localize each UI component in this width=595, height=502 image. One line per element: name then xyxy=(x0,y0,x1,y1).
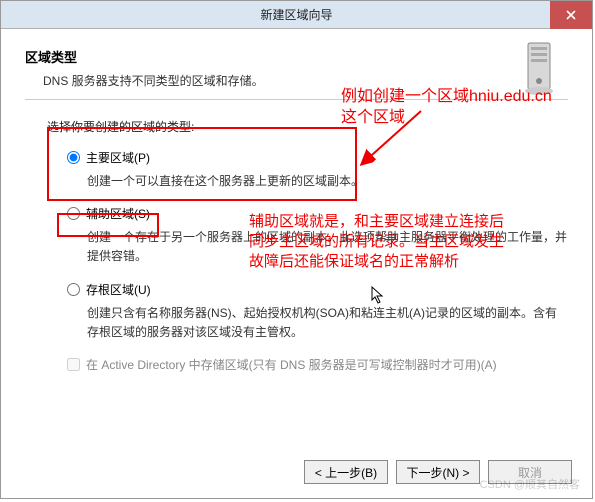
content-area: 区域类型 DNS 服务器支持不同类型的区域和存储。 选择你要创建的区域的类型: … xyxy=(1,29,592,385)
ad-storage-label: 在 Active Directory 中存储区域(只有 DNS 服务器是可写域控… xyxy=(86,356,497,373)
annotation-text-2c: 故障后还能保证域名的正常解析 xyxy=(249,251,459,272)
radio-secondary-label: 辅助区域(S) xyxy=(86,205,150,222)
radio-stub[interactable] xyxy=(67,283,80,296)
annotation-text-1b: 这个区域 xyxy=(341,107,405,129)
radio-primary[interactable] xyxy=(67,151,80,164)
prompt-text: 选择你要创建的区域的类型: xyxy=(47,118,568,135)
wizard-window: 新建区域向导 区域类型 DNS 服务器支持不同类型的区域和存储。 选择你要创建的… xyxy=(0,0,593,499)
watermark: CSDN @顺其自然客 xyxy=(480,476,580,492)
close-button[interactable] xyxy=(550,1,592,29)
radio-stub-row[interactable]: 存根区域(U) xyxy=(67,281,568,298)
ad-storage-row: 在 Active Directory 中存储区域(只有 DNS 服务器是可写域控… xyxy=(67,356,568,373)
radio-stub-label: 存根区域(U) xyxy=(86,281,151,298)
radio-primary-label: 主要区域(P) xyxy=(86,149,150,166)
section-heading: 区域类型 xyxy=(25,47,568,66)
radio-primary-row[interactable]: 主要区域(P) xyxy=(67,149,568,166)
close-icon xyxy=(566,10,576,20)
titlebar: 新建区域向导 xyxy=(1,1,592,29)
ad-storage-checkbox xyxy=(67,358,80,371)
radio-stub-desc: 创建只含有名称服务器(NS)、起始授权机构(SOA)和粘连主机(A)记录的区域的… xyxy=(87,304,567,342)
radio-primary-desc: 创建一个可以直接在这个服务器上更新的区域副本。 xyxy=(87,172,567,191)
window-title: 新建区域向导 xyxy=(260,6,332,23)
annotation-text-2a: 辅助区域就是，和主要区域建立连接后 xyxy=(249,211,504,232)
annotation-text-1a: 例如创建一个区域hniu.edu.cn xyxy=(341,86,552,108)
radio-secondary[interactable] xyxy=(67,207,80,220)
next-button[interactable]: 下一步(N) > xyxy=(396,460,480,484)
back-button[interactable]: < 上一步(B) xyxy=(304,460,388,484)
annotation-text-2b: 同步主区域的所有记录。当主区域发生 xyxy=(249,231,504,252)
